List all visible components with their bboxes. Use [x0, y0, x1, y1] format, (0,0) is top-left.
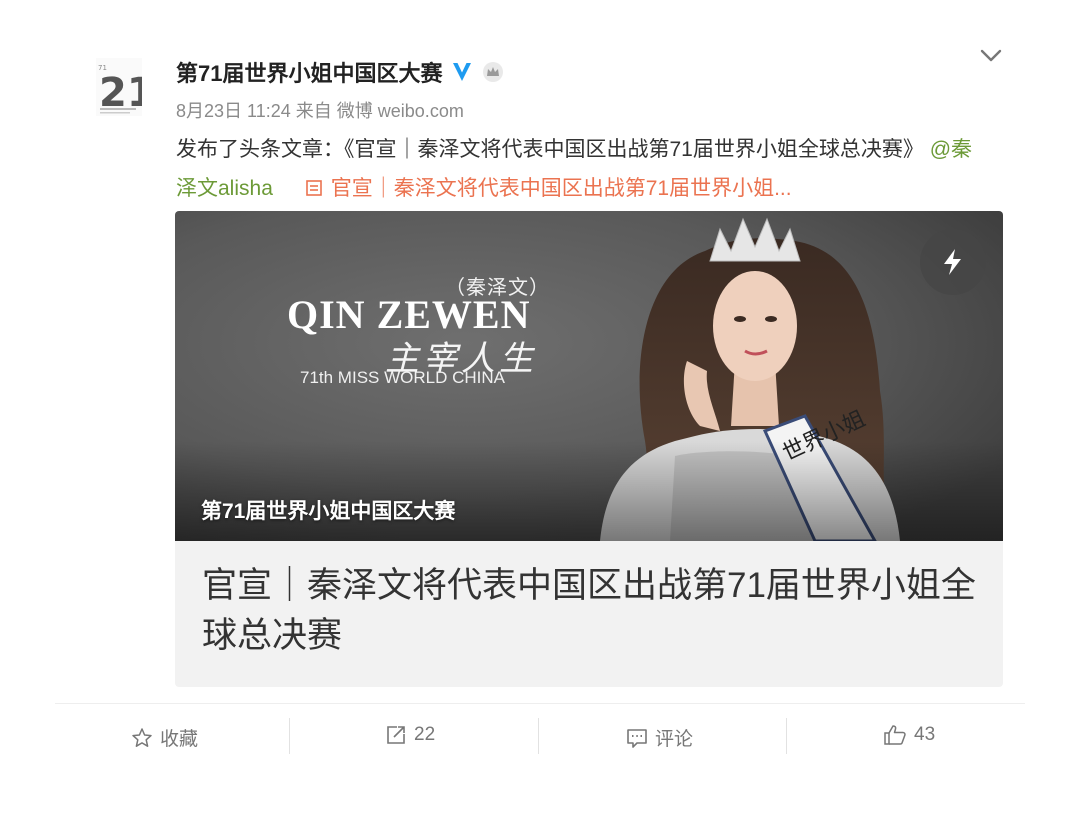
cover-caption: 第71届世界小姐中国区大赛 — [201, 500, 456, 523]
action-bar: 收藏 22 评论 43 — [55, 703, 1025, 764]
repost-count: 22 — [414, 724, 436, 745]
repost-button[interactable]: 22 — [385, 724, 435, 746]
member-crown-icon[interactable] — [482, 61, 504, 83]
like-button[interactable]: 43 — [883, 724, 935, 746]
user-name-row: 第71届世界小姐中国区大赛 — [176, 56, 504, 88]
user-name[interactable]: 第71届世界小姐中国区大赛 — [176, 56, 442, 88]
action-divider — [289, 718, 290, 754]
favorite-button[interactable]: 收藏 — [131, 724, 198, 751]
comment-button[interactable]: 评论 — [626, 724, 693, 751]
post-source: 微博 weibo.com — [336, 101, 464, 121]
thumbs-up-icon — [884, 725, 906, 745]
like-count: 43 — [914, 724, 936, 745]
action-divider — [786, 718, 787, 754]
favorite-label: 收藏 — [160, 729, 199, 750]
article-card[interactable]: 世界小姐 （秦泽文） QIN ZEWEN 主宰人生 71th MISS WORL… — [175, 211, 1003, 687]
share-icon — [387, 726, 405, 744]
comment-icon — [627, 728, 647, 748]
source-prefix: 来自 — [295, 101, 332, 121]
comment-label: 评论 — [655, 729, 694, 750]
article-link[interactable]: 官宣｜秦泽文将代表中国区出战第71届世界小姐... — [331, 177, 792, 200]
flash-button[interactable] — [920, 229, 986, 295]
chevron-down-icon[interactable] — [976, 44, 1006, 68]
article-cover[interactable]: 世界小姐 （秦泽文） QIN ZEWEN 主宰人生 71th MISS WORL… — [175, 211, 1003, 541]
cover-subtitle: 71th MISS WORLD CHINA — [300, 368, 505, 387]
article-icon — [305, 180, 322, 196]
avatar[interactable]: 71 21 — [96, 58, 142, 116]
verified-icon — [453, 63, 472, 81]
action-divider — [538, 718, 539, 754]
post-body: 发布了头条文章：《官宣｜秦泽文将代表中国区出战第71届世界小姐全球总决赛》 — [176, 138, 924, 161]
article-title[interactable]: 官宣｜秦泽文将代表中国区出战第71届世界小姐全球总决赛 — [202, 561, 982, 661]
post-date[interactable]: 8月23日 11:24 — [176, 101, 291, 121]
post-text: 发布了头条文章：《官宣｜秦泽文将代表中国区出战第71届世界小姐全球总决赛》 @秦… — [176, 130, 986, 208]
star-icon — [132, 727, 152, 747]
lightning-icon — [944, 249, 961, 275]
post-meta: 8月23日 11:24 来自 微博 weibo.com — [176, 97, 464, 123]
